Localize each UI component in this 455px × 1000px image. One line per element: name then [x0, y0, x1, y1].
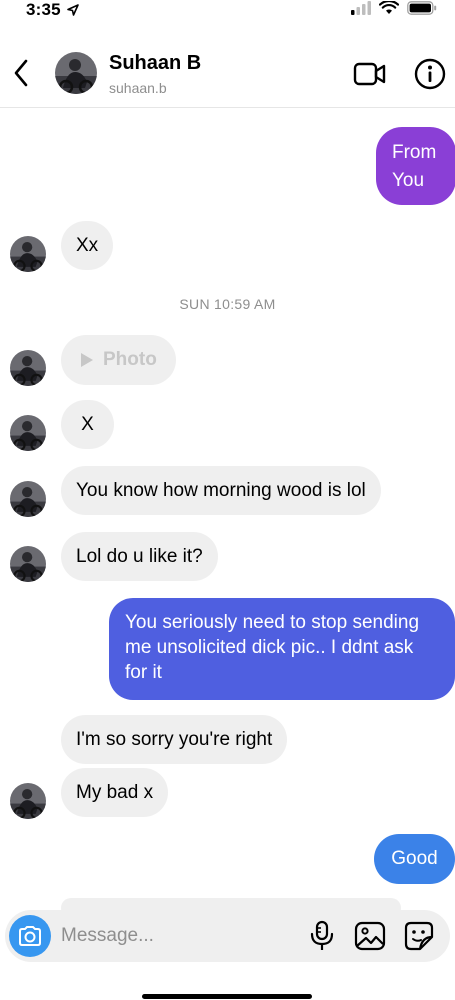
microphone-icon	[310, 920, 334, 950]
profile-photo-icon	[10, 783, 46, 819]
message-bubble-outgoing[interactable]: You seriously need to stop sending me un…	[109, 598, 455, 700]
back-chevron-icon	[14, 59, 28, 87]
message-bubble-incoming[interactable]: X	[61, 400, 114, 449]
home-indicator[interactable]	[142, 994, 312, 999]
gallery-icon	[354, 921, 386, 951]
photo-message-bubble[interactable]: Photo	[61, 335, 176, 385]
play-icon	[81, 353, 93, 367]
contact-username: suhaan.b	[109, 80, 167, 96]
sticker-button[interactable]	[403, 920, 435, 952]
message-bubble-outgoing[interactable]: Good	[374, 834, 455, 884]
video-call-icon	[353, 62, 386, 86]
battery-icon	[407, 1, 437, 15]
profile-photo-icon	[10, 415, 46, 451]
message-bubble-outgoing[interactable]: From You	[376, 127, 455, 205]
message-bubble-incoming[interactable]: You know how morning wood is lol	[61, 466, 381, 515]
microphone-button[interactable]	[307, 920, 337, 952]
camera-button[interactable]	[9, 915, 51, 957]
sender-avatar[interactable]	[10, 546, 46, 582]
message-bubble-incoming[interactable]: My bad x	[61, 768, 169, 817]
status-indicators	[351, 1, 437, 15]
info-icon	[414, 58, 446, 90]
wifi-icon	[379, 1, 399, 14]
signal-icon	[351, 1, 371, 15]
sender-avatar[interactable]	[10, 350, 46, 386]
message-bubble-incoming[interactable]: I'm so sorry you're right	[61, 715, 288, 764]
video-call-button[interactable]	[353, 58, 387, 90]
camera-icon	[19, 926, 41, 946]
profile-photo-icon	[10, 350, 46, 386]
location-arrow-icon	[67, 4, 79, 16]
profile-photo-icon	[10, 546, 46, 582]
message-input[interactable]	[61, 923, 291, 949]
contact-name[interactable]: Suhaan B	[109, 52, 201, 75]
status-bar: 3:35	[0, 0, 455, 22]
info-button[interactable]	[414, 58, 446, 90]
message-bubble-incoming[interactable]: Lol do u like it?	[61, 532, 218, 581]
sender-avatar[interactable]	[10, 783, 46, 819]
sender-avatar[interactable]	[10, 415, 46, 451]
chat-header: Suhaan B suhaan.b	[0, 40, 455, 108]
back-button[interactable]	[8, 54, 34, 92]
sender-avatar[interactable]	[10, 236, 46, 272]
avatar[interactable]	[55, 52, 97, 94]
profile-photo-icon	[10, 236, 46, 272]
profile-photo-icon	[55, 52, 97, 94]
sender-avatar[interactable]	[10, 481, 46, 517]
status-time: 3:35	[26, 0, 61, 19]
gallery-button[interactable]	[354, 920, 386, 952]
photo-label: Photo	[103, 349, 157, 370]
message-bubble-incoming[interactable]: Xx	[61, 221, 114, 270]
conversation-timestamp: SUN 10:59 AM	[179, 296, 276, 312]
message-composer	[5, 910, 450, 962]
profile-photo-icon	[10, 481, 46, 517]
sticker-icon	[404, 921, 434, 951]
